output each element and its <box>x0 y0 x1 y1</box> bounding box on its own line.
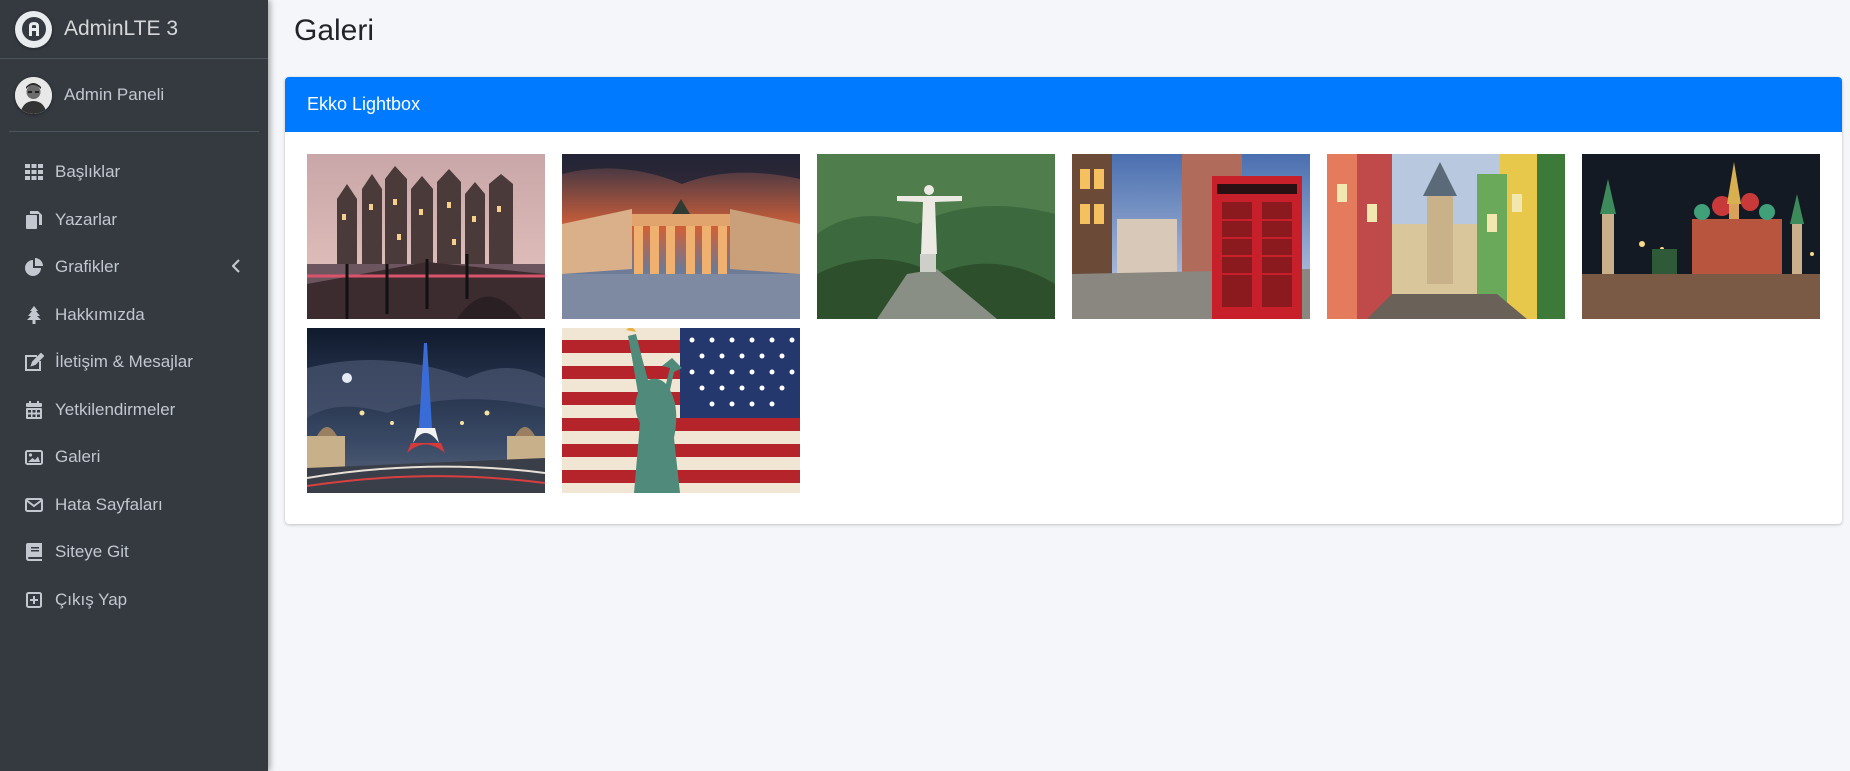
gallery-thumbnail[interactable] <box>307 328 545 493</box>
gallery-image <box>562 328 800 493</box>
brand-logo-icon <box>15 10 52 48</box>
user-panel[interactable]: Admin Paneli <box>9 59 259 132</box>
gallery-image <box>562 154 800 319</box>
calendar-icon <box>23 400 45 420</box>
user-name: Admin Paneli <box>64 85 165 104</box>
gallery-thumbnail[interactable] <box>1072 154 1310 319</box>
card-title: Ekko Lightbox <box>307 94 421 114</box>
sidebar-item-label: Grafikler <box>55 257 120 276</box>
sidebar-item-hakkimizda[interactable]: Hakkımızda <box>8 295 260 335</box>
card-header: Ekko Lightbox <box>285 77 1842 132</box>
sidebar-item-label: Yetkilendirmeler <box>55 399 176 419</box>
gallery-thumbnail[interactable] <box>562 328 800 493</box>
copy-icon <box>23 210 45 230</box>
sidebar-item-label: Hata Sayfaları <box>55 494 163 514</box>
sidebar-item-label: Yazarlar <box>55 209 118 229</box>
sidebar-nav: Başlıklar Yazarlar Grafikler Hakkımızda … <box>0 132 268 620</box>
gallery-image <box>307 154 545 319</box>
gallery-card: Ekko Lightbox <box>285 77 1842 524</box>
gallery-thumbnail[interactable] <box>1582 154 1820 319</box>
gallery-grid <box>307 154 1823 493</box>
sidebar-item-label: Başlıklar <box>55 162 121 181</box>
plus-square-icon <box>23 590 45 610</box>
gallery-image <box>307 328 545 493</box>
image-icon <box>23 447 45 467</box>
gallery-image <box>1072 154 1310 319</box>
sidebar-item-cikis-yap[interactable]: Çıkış Yap <box>8 580 260 620</box>
sidebar-item-label: Hakkımızda <box>55 304 145 324</box>
sidebar-item-grafikler[interactable]: Grafikler <box>8 247 260 287</box>
gallery-thumbnail[interactable] <box>1327 154 1565 319</box>
edit-icon <box>23 352 45 372</box>
brand-link[interactable]: AdminLTE 3 <box>0 0 268 59</box>
angle-left-icon <box>231 259 240 278</box>
sidebar-item-yazarlar[interactable]: Yazarlar <box>8 200 260 240</box>
gallery-thumbnail[interactable] <box>817 154 1055 319</box>
sidebar-item-iletisim[interactable]: İletişim & Mesajlar <box>8 342 260 382</box>
sidebar-item-galeri[interactable]: Galeri <box>8 437 260 477</box>
page-title: Galeri <box>294 14 375 47</box>
chart-pie-icon <box>23 257 45 277</box>
sidebar-item-label: İletişim & Mesajlar <box>55 352 193 371</box>
tree-icon <box>23 305 45 325</box>
gallery-thumbnail[interactable] <box>562 154 800 319</box>
brand-text: AdminLTE 3 <box>64 17 178 40</box>
sidebar-item-label: Siteye Git <box>55 542 129 561</box>
sidebar-item-label: Galeri <box>55 447 101 466</box>
sidebar-item-basliklar[interactable]: Başlıklar <box>8 152 260 192</box>
avatar <box>15 76 52 114</box>
gallery-image <box>1327 154 1565 319</box>
envelope-icon <box>23 495 45 515</box>
gallery-image <box>817 154 1055 319</box>
sidebar-item-siteye-git[interactable]: Siteye Git <box>8 532 260 572</box>
book-icon <box>23 542 45 562</box>
sidebar-item-label: Çıkış Yap <box>55 589 128 609</box>
sidebar-item-yetkilendirmeler[interactable]: Yetkilendirmeler <box>8 390 260 430</box>
gallery-thumbnail[interactable] <box>307 154 545 319</box>
sidebar-item-hata-sayfalari[interactable]: Hata Sayfaları <box>8 485 260 525</box>
gallery-image <box>1582 154 1820 319</box>
th-icon <box>23 162 45 182</box>
sidebar: AdminLTE 3 Admin Paneli Başlıklar Yazarl… <box>0 0 268 771</box>
